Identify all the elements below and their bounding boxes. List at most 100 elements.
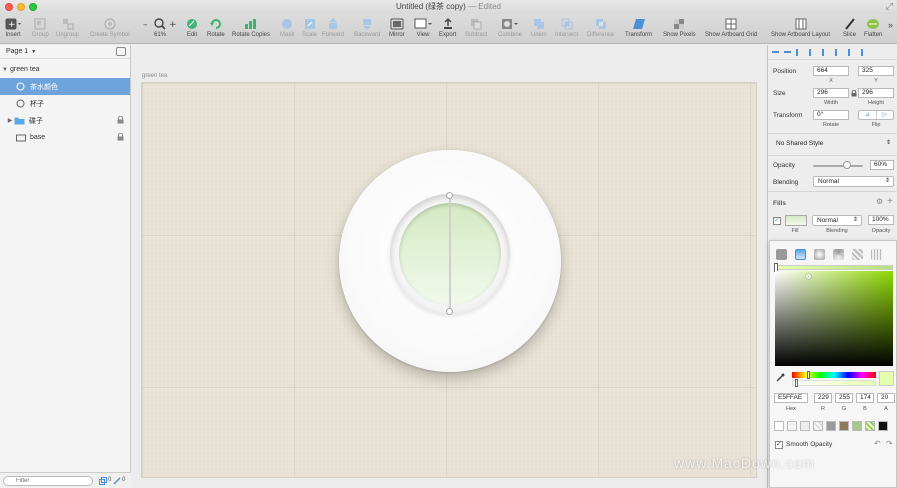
mask-button[interactable]: Mask [280,16,294,38]
x-field[interactable]: 664 [813,66,849,76]
red-field[interactable]: 229 [814,393,832,403]
close-window-button[interactable] [5,3,13,11]
blending-select[interactable]: Normal ⇕ [813,176,894,187]
rotate-copies-button[interactable]: Rotate Copies [232,16,270,38]
gradient-start-handle[interactable] [446,192,453,199]
fill-opacity-field[interactable]: 100% [868,215,894,225]
show-artboard-layout-button[interactable]: Show Artboard Layout [771,16,830,38]
preset-swatch[interactable] [800,421,810,431]
scale-button[interactable]: Scale [302,16,317,38]
opacity-field[interactable]: 60% [870,160,894,170]
show-artboard-grid-button[interactable]: Show Artboard Grid [705,16,757,38]
symbols-filter-icon[interactable] [99,477,107,485]
export-button[interactable]: Export [439,16,456,38]
redo-icon[interactable]: ↷ [886,439,893,448]
angular-gradient-icon[interactable] [833,249,844,260]
zoom-window-button[interactable] [29,3,37,11]
preset-swatch[interactable] [839,421,849,431]
disclosure-open-icon[interactable]: ▼ [0,67,10,73]
show-pixels-button[interactable]: Show Pixels [663,16,696,38]
hue-slider-knob[interactable] [807,371,810,379]
lock-proportions-icon[interactable] [851,90,857,97]
flip-horizontal-icon[interactable]: ⊿ [859,111,877,119]
ungroup-button[interactable]: Ungroup [56,16,79,38]
eyedropper-icon[interactable] [776,373,785,382]
opacity-slider[interactable] [813,165,863,167]
y-field[interactable]: 325 [858,66,894,76]
alpha-slider[interactable] [792,380,876,386]
preset-swatch[interactable] [826,421,836,431]
artboard[interactable] [141,82,757,478]
combine-button[interactable]: Combine [498,16,522,38]
preset-swatch[interactable] [774,421,784,431]
distribute-vertical-icon[interactable] [784,51,791,53]
fullscreen-icon[interactable]: ⤢ [886,1,893,12]
edit-button[interactable]: Edit [186,16,198,38]
fill-blending-select[interactable]: Normal ⇕ [812,215,862,226]
layer-tea-color[interactable]: 茶水颜色 [0,78,130,95]
preset-swatch[interactable] [878,421,888,431]
noise-fill-icon[interactable] [871,249,882,260]
lock-icon[interactable] [117,116,124,124]
saturation-brightness-field[interactable] [775,271,893,366]
minimize-window-button[interactable] [17,3,25,11]
gradient-handle-line[interactable] [449,194,451,312]
zoom-control[interactable]: – + 61% [143,16,177,38]
artboard-title[interactable]: green tea [142,73,167,79]
align-bottom-icon[interactable] [861,48,869,56]
hex-field[interactable]: E5FFAE [774,393,808,403]
align-middle-icon[interactable] [848,48,856,56]
view-button[interactable]: View [414,16,432,38]
alpha-field[interactable]: 20 [877,393,895,403]
preset-swatch[interactable] [852,421,862,431]
insert-button[interactable]: + Insert [5,16,21,38]
mirror-button[interactable]: Mirror [389,16,405,38]
slice-button[interactable]: Slice [843,16,856,38]
create-symbol-button[interactable]: Create Symbol [90,16,130,38]
opacity-slider-knob[interactable] [843,161,851,169]
align-right-icon[interactable] [822,48,830,56]
blue-field[interactable]: 174 [856,393,874,403]
toolbar-overflow-icon[interactable]: » [888,20,893,30]
cup[interactable] [390,192,510,315]
layer-saucer[interactable]: ▶ 碟子 [0,112,130,129]
lock-icon[interactable] [117,133,124,141]
color-picker-cursor[interactable] [806,274,811,279]
flip-vertical-icon[interactable]: ▷ [877,111,894,119]
subtract-button[interactable]: Subtract [465,16,487,38]
green-field[interactable]: 255 [835,393,853,403]
preset-swatch[interactable] [813,421,823,431]
gradient-end-handle[interactable] [446,308,453,315]
add-fill-icon[interactable]: + [887,196,893,207]
undo-icon[interactable]: ↶ [874,439,881,448]
gradient-bar[interactable] [775,265,893,270]
distribute-horizontal-icon[interactable] [772,51,779,53]
height-field[interactable]: 296 [858,88,894,98]
intersect-button[interactable]: Intersect [555,16,578,38]
add-page-icon[interactable] [116,47,126,56]
linear-gradient-icon[interactable] [795,249,806,260]
forward-button[interactable]: Forward [322,16,344,38]
saucer[interactable] [339,150,561,372]
fill-checkbox[interactable]: ✓ [773,217,781,225]
radial-gradient-icon[interactable] [814,249,825,260]
disclosure-closed-icon[interactable]: ▶ [6,117,14,124]
transform-button[interactable]: Transform [625,16,652,38]
filter-input[interactable] [3,476,93,486]
backward-button[interactable]: Backward [354,16,380,38]
hue-slider[interactable] [792,372,876,378]
union-button[interactable]: Union [531,16,547,38]
difference-button[interactable]: Difference [587,16,614,38]
gear-icon[interactable]: ⚙ [876,197,883,206]
layer-cup[interactable]: 杯子 [0,95,130,112]
solid-fill-icon[interactable] [776,249,787,260]
layer-base[interactable]: base [0,129,130,146]
align-center-icon[interactable] [809,48,817,56]
layer-artboard[interactable]: ▼ green tea [0,61,130,78]
pattern-fill-icon[interactable] [852,249,863,260]
slices-filter-icon[interactable] [113,477,121,485]
align-top-icon[interactable] [835,48,843,56]
flatten-button[interactable]: Flatten [864,16,882,38]
group-button[interactable]: Group [32,16,49,38]
shared-style-select[interactable]: No Shared Style ⇕ [772,139,894,150]
